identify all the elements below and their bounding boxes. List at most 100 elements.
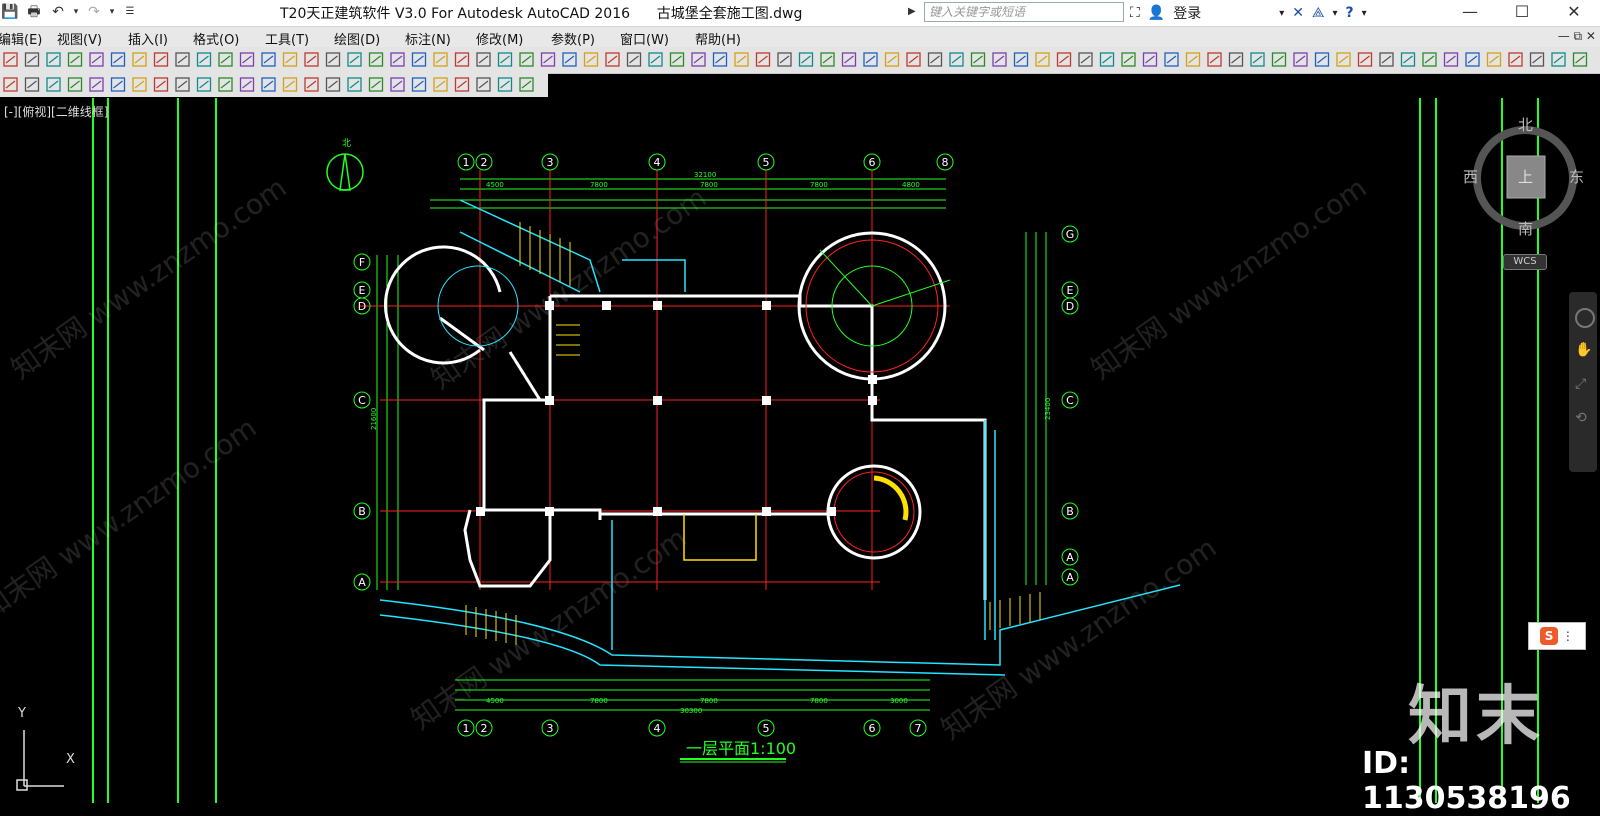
dim-text: 3000 — [890, 697, 908, 705]
columns — [476, 301, 877, 516]
menu-window[interactable]: 窗口(W) — [620, 29, 669, 48]
dropdown-icon[interactable]: ▾ — [108, 2, 116, 22]
viewcube-west[interactable]: 西 — [1463, 166, 1478, 187]
axis-label: 2 — [481, 156, 488, 169]
user-icon[interactable]: 👤 — [1148, 5, 1165, 21]
ime-indicator[interactable]: S ⋮ — [1528, 622, 1586, 650]
toolbar-tool-glyph — [1123, 55, 1134, 64]
a360-icon[interactable]: ⟁ — [1312, 5, 1325, 21]
axis-bubbles-right: G E D C B A A — [1061, 225, 1079, 586]
redo-icon[interactable]: ↷ — [84, 2, 104, 22]
drawing-canvas[interactable]: 知末网 www.znzmo.com 知末网 www.znzmo.com 知末网 … — [0, 98, 1600, 803]
mdi-controls[interactable]: — ⧉ ✕ — [1558, 29, 1596, 44]
undo-icon[interactable]: ↶ — [48, 2, 68, 22]
toolbar-tool-glyph — [27, 80, 37, 89]
dropdown-icon[interactable]: ▾ — [1333, 8, 1338, 19]
menu-insert[interactable]: 插入(I) — [128, 29, 168, 48]
watermark-text: 知末网 www.znzmo.com — [0, 411, 262, 626]
toolbar-tool-glyph — [1295, 55, 1306, 64]
window-controls: — ☐ ✕ — [1444, 0, 1600, 26]
viewcube-east[interactable]: 东 — [1569, 166, 1584, 187]
menu-help[interactable]: 帮助(H) — [695, 29, 741, 48]
menu-draw[interactable]: 绘图(D) — [334, 29, 380, 48]
toolbar-tool-glyph — [1037, 55, 1048, 64]
menu-modify[interactable]: 修改(M) — [476, 29, 523, 48]
exchange-icon[interactable]: ✕ — [1292, 5, 1304, 21]
axis-label: 2 — [481, 722, 488, 735]
toolbar-tool-glyph — [5, 55, 16, 64]
axis-label: C — [1066, 394, 1074, 407]
dim-text: 4500 — [486, 697, 504, 705]
dropdown-icon[interactable]: ▾ — [1279, 8, 1284, 19]
zoom-icon[interactable]: ⤢ — [1575, 376, 1591, 392]
toolbar-main — [0, 47, 1600, 74]
toolbar-tool-glyph — [1403, 55, 1413, 64]
close-icon[interactable]: ✕ — [1548, 0, 1600, 26]
toolbar-tool-glyph — [414, 80, 424, 89]
dim-text: 7800 — [700, 697, 718, 705]
toolbar-tool-glyph — [521, 55, 532, 64]
menu-view[interactable]: 视图(V) — [57, 29, 102, 48]
toolbar-tool-glyph — [113, 80, 123, 89]
binoculars-icon[interactable]: ⛶ — [1130, 5, 1140, 21]
toolbar-tool-glyph — [134, 80, 145, 89]
toolbar-tool-glyph — [1467, 55, 1478, 64]
axis-label: 4 — [654, 722, 661, 735]
axis-label: D — [358, 300, 366, 313]
dimension-texts: 32100 4500 7800 7800 7800 4800 30300 450… — [370, 171, 1052, 715]
toolbar-tool-glyph — [994, 55, 1005, 64]
axis-bubbles-top: 1 2 3 4 5 6 8 — [457, 153, 954, 171]
viewport-label[interactable]: [-][俯视][二维线框] — [4, 103, 108, 120]
toolbar-tool-glyph — [27, 55, 37, 64]
steering-wheel-icon[interactable] — [1575, 308, 1595, 328]
search-input[interactable]: 键入关键字或短语 — [924, 2, 1124, 22]
drawing-svg[interactable]: 知末网 www.znzmo.com 知末网 www.znzmo.com 知末网 … — [0, 98, 1600, 803]
menu-tools[interactable]: 工具(T) — [265, 29, 309, 48]
orbit-icon[interactable]: ⟲ — [1575, 410, 1591, 426]
dropdown-icon[interactable]: ▾ — [72, 2, 80, 22]
maximize-icon[interactable]: ☐ — [1496, 0, 1548, 26]
axis-label: 6 — [869, 156, 876, 169]
toolbar-tool-glyph — [1575, 55, 1585, 64]
minimize-icon[interactable]: — — [1444, 0, 1496, 26]
toolbar-tool-glyph — [1317, 55, 1327, 64]
viewcube-north[interactable]: 北 — [1518, 114, 1533, 135]
toolbar-tool-glyph — [779, 55, 790, 64]
wcs-menu[interactable]: WCS — [1503, 254, 1547, 270]
toolbar-tool-glyph — [457, 55, 467, 64]
toolbar-tool-glyph — [1059, 55, 1069, 64]
dimensions-bottom — [455, 679, 930, 711]
save-icon[interactable]: 💾 — [0, 2, 20, 22]
toolbar-secondary — [0, 73, 548, 97]
expand-arrow-icon[interactable]: ▶ — [908, 4, 920, 20]
viewcube[interactable]: 北 南 东 西 上 — [1463, 116, 1585, 239]
ucs-y-label: Y — [18, 706, 26, 721]
customize-icon[interactable]: ☰ — [120, 2, 140, 22]
toolbar-tool-glyph — [70, 80, 80, 89]
toolbar-tool-glyph — [1145, 55, 1155, 64]
dim-text: 4800 — [902, 181, 920, 189]
toolbar-tool-glyph — [908, 55, 919, 64]
toolbar-icons[interactable] — [0, 47, 1600, 73]
print-icon[interactable]: 🖶 — [24, 2, 44, 22]
toolbar-tool-glyph — [521, 80, 532, 89]
toolbar-tool-glyph — [801, 55, 811, 64]
toolbar-tool-glyph — [844, 55, 854, 64]
pan-icon[interactable]: ✋ — [1575, 342, 1592, 358]
dim-text: 7800 — [590, 181, 608, 189]
menu-edit[interactable]: 编辑(E) — [0, 29, 42, 48]
axis-label: C — [358, 394, 366, 407]
toolbar-tool-glyph — [1489, 55, 1499, 64]
viewcube-top-face[interactable]: 上 — [1518, 166, 1533, 187]
login-link[interactable]: 登录 — [1173, 3, 1201, 23]
viewcube-south[interactable]: 南 — [1518, 218, 1533, 239]
toolbar-icons-2[interactable] — [0, 73, 548, 97]
menu-parameters[interactable]: 参数(P) — [551, 29, 595, 48]
help-icon[interactable]: ? — [1346, 5, 1354, 21]
axis-label: A — [1066, 571, 1074, 584]
axis-label: E — [1067, 284, 1074, 297]
menu-dimension[interactable]: 标注(N) — [405, 29, 451, 48]
more-icon[interactable]: ⋮ — [1562, 629, 1574, 643]
menu-format[interactable]: 格式(O) — [193, 29, 239, 48]
dropdown-icon[interactable]: ▾ — [1362, 8, 1367, 19]
